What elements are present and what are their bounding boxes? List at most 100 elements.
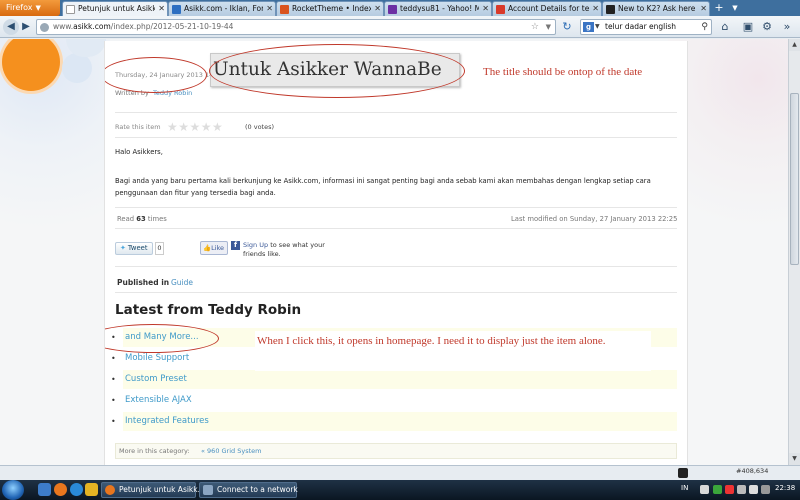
tray-alert-icon[interactable] bbox=[725, 485, 734, 494]
forward-button[interactable]: ▶ bbox=[19, 19, 33, 35]
back-button[interactable]: ◀ bbox=[3, 19, 19, 35]
language-indicator[interactable]: IN bbox=[681, 484, 688, 492]
start-button[interactable] bbox=[2, 480, 24, 500]
latest-item-link[interactable]: Extensible AJAX bbox=[125, 391, 192, 410]
taskbar-item-network[interactable]: Connect to a network bbox=[199, 482, 298, 498]
search-bar[interactable]: g ▼ telur dadar english ⚲ bbox=[580, 19, 712, 35]
greeting-text: Halo Asikkers, bbox=[115, 148, 163, 156]
clock[interactable]: 22:38 bbox=[775, 484, 795, 492]
close-icon[interactable]: ✕ bbox=[592, 2, 599, 16]
url-path: /index.php/2012-05-21-10-19-44 bbox=[110, 22, 234, 31]
rating-stars[interactable]: ★★★★★ bbox=[167, 120, 223, 134]
like-label: Like bbox=[211, 244, 225, 252]
reload-icon[interactable]: ↻ bbox=[560, 19, 574, 35]
tab-label: RocketTheme • Index ... bbox=[292, 4, 371, 13]
address-bar[interactable]: www.asikk.com/index.php/2012-05-21-10-19… bbox=[36, 19, 556, 35]
gmail-icon bbox=[496, 5, 505, 14]
taskbar-item-firefox[interactable]: Petunjuk untuk Asikk... bbox=[101, 482, 205, 498]
tab-petunjuk[interactable]: Petunjuk untuk Asikker ✕ bbox=[62, 1, 168, 17]
chevron-down-icon: ▼ bbox=[35, 4, 41, 12]
tweet-label: Tweet bbox=[127, 244, 148, 252]
google-icon[interactable]: g bbox=[583, 22, 594, 32]
ie-icon[interactable] bbox=[70, 483, 83, 496]
chevron-down-icon[interactable]: ▼ bbox=[595, 20, 600, 34]
annotation-ellipse-date bbox=[105, 57, 207, 93]
firefox-icon bbox=[105, 485, 115, 495]
read-prefix: Read bbox=[117, 215, 135, 223]
facebook-icon: f bbox=[231, 241, 240, 250]
vertical-scrollbar[interactable]: ▲ ▼ bbox=[788, 39, 800, 465]
bookmark-star-icon[interactable]: ☆ bbox=[531, 20, 539, 34]
read-count: Read 63 times bbox=[117, 215, 167, 223]
menu-chevron-icon[interactable]: » bbox=[780, 20, 794, 34]
close-icon[interactable]: ✕ bbox=[374, 2, 381, 16]
volume-icon[interactable] bbox=[749, 485, 758, 494]
rockettheme-icon bbox=[280, 5, 289, 14]
close-icon[interactable]: ✕ bbox=[158, 2, 165, 16]
k2-icon bbox=[606, 5, 615, 14]
scrollbar-thumb[interactable] bbox=[790, 93, 799, 265]
tab-label: Petunjuk untuk Asikker bbox=[78, 4, 155, 13]
scroll-up-arrow-icon[interactable]: ▲ bbox=[789, 39, 800, 51]
scroll-down-arrow-icon[interactable]: ▼ bbox=[789, 453, 800, 465]
facebook-like-button[interactable]: 👍Like bbox=[200, 241, 228, 255]
search-input[interactable]: telur dadar english bbox=[605, 20, 676, 34]
firefox-menu-label: Firefox bbox=[6, 3, 33, 12]
chevron-down-icon[interactable]: ▼ bbox=[546, 20, 551, 34]
network-icon[interactable] bbox=[737, 485, 746, 494]
latest-item-link[interactable]: Integrated Features bbox=[125, 412, 209, 431]
taskbar-item-label: Connect to a network bbox=[217, 485, 298, 494]
latest-heading: Latest from Teddy Robin bbox=[115, 302, 302, 318]
tab-bar: Firefox▼ Petunjuk untuk Asikker ✕ Asikk.… bbox=[0, 0, 800, 17]
url-text: www.asikk.com/index.php/2012-05-21-10-19… bbox=[53, 20, 233, 34]
tray-app-icon[interactable] bbox=[713, 485, 722, 494]
facebook-signup-text: Sign Up to see what your friends like. bbox=[243, 241, 338, 259]
tray-chevron-icon[interactable] bbox=[700, 485, 709, 494]
annotation-link-note: When I click this, it opens in homepage.… bbox=[257, 335, 606, 347]
asikk-icon bbox=[172, 5, 181, 14]
tab-rockettheme[interactable]: RocketTheme • Index ... ✕ bbox=[276, 1, 384, 16]
search-icon[interactable]: ⚲ bbox=[701, 20, 708, 34]
orange-dot-decoration bbox=[707, 101, 727, 121]
annotation-box bbox=[481, 57, 687, 100]
last-modified: Last modified on Sunday, 27 January 2013… bbox=[511, 215, 678, 223]
divider bbox=[115, 207, 677, 208]
tweet-button[interactable]: ✦ Tweet bbox=[115, 242, 153, 255]
network-icon bbox=[203, 485, 213, 495]
show-desktop-icon[interactable] bbox=[38, 483, 51, 496]
latest-item-link[interactable]: Custom Preset bbox=[125, 370, 187, 389]
close-icon[interactable]: ✕ bbox=[482, 2, 489, 16]
home-icon[interactable]: ⌂ bbox=[718, 20, 732, 34]
folder-icon[interactable] bbox=[85, 483, 98, 496]
gear-icon[interactable]: ⚙ bbox=[760, 20, 774, 34]
firefox-icon[interactable] bbox=[54, 483, 67, 496]
published-in-label: Published in bbox=[117, 278, 170, 287]
read-suffix: times bbox=[147, 215, 167, 223]
tab-k2[interactable]: New to K2? Ask here fir... ✕ bbox=[602, 1, 710, 16]
tab-account-details[interactable]: Account Details for ted... ✕ bbox=[492, 1, 602, 16]
facebook-signup-link[interactable]: Sign Up bbox=[243, 241, 268, 249]
addon-bar-icon[interactable] bbox=[678, 468, 688, 478]
tab-label: Account Details for ted... bbox=[508, 4, 589, 13]
taskbar-item-label: Petunjuk untuk Asikk... bbox=[119, 485, 205, 494]
category-link[interactable]: Guide bbox=[171, 278, 193, 287]
tab-yahoo-mail[interactable]: teddysu81 - Yahoo! Mail ✕ bbox=[384, 1, 492, 16]
divider bbox=[115, 266, 677, 267]
close-icon[interactable]: ✕ bbox=[700, 2, 707, 16]
new-tab-button[interactable]: + bbox=[712, 1, 726, 16]
addon-icon[interactable]: ▣ bbox=[741, 20, 755, 34]
tab-asikk[interactable]: Asikk.com - Iklan, Foru... ✕ bbox=[168, 1, 276, 16]
previous-item-link[interactable]: « 960 Grid System bbox=[201, 447, 261, 455]
tab-list-button[interactable]: ▼ bbox=[728, 0, 742, 16]
vote-count: (0 votes) bbox=[245, 123, 275, 131]
close-icon[interactable]: ✕ bbox=[266, 2, 273, 16]
firefox-menu-button[interactable]: Firefox ▼ bbox=[0, 0, 60, 16]
list-item: • Extensible AJAX bbox=[111, 391, 677, 410]
divider bbox=[115, 112, 677, 113]
divider bbox=[115, 228, 677, 229]
power-icon[interactable] bbox=[761, 485, 770, 494]
blue-circle-decoration bbox=[62, 53, 92, 83]
list-item: • Custom Preset bbox=[111, 370, 677, 389]
bullet: • bbox=[111, 417, 116, 426]
navigation-bar: ◀ ▶ www.asikk.com/index.php/2012-05-21-1… bbox=[0, 16, 800, 38]
